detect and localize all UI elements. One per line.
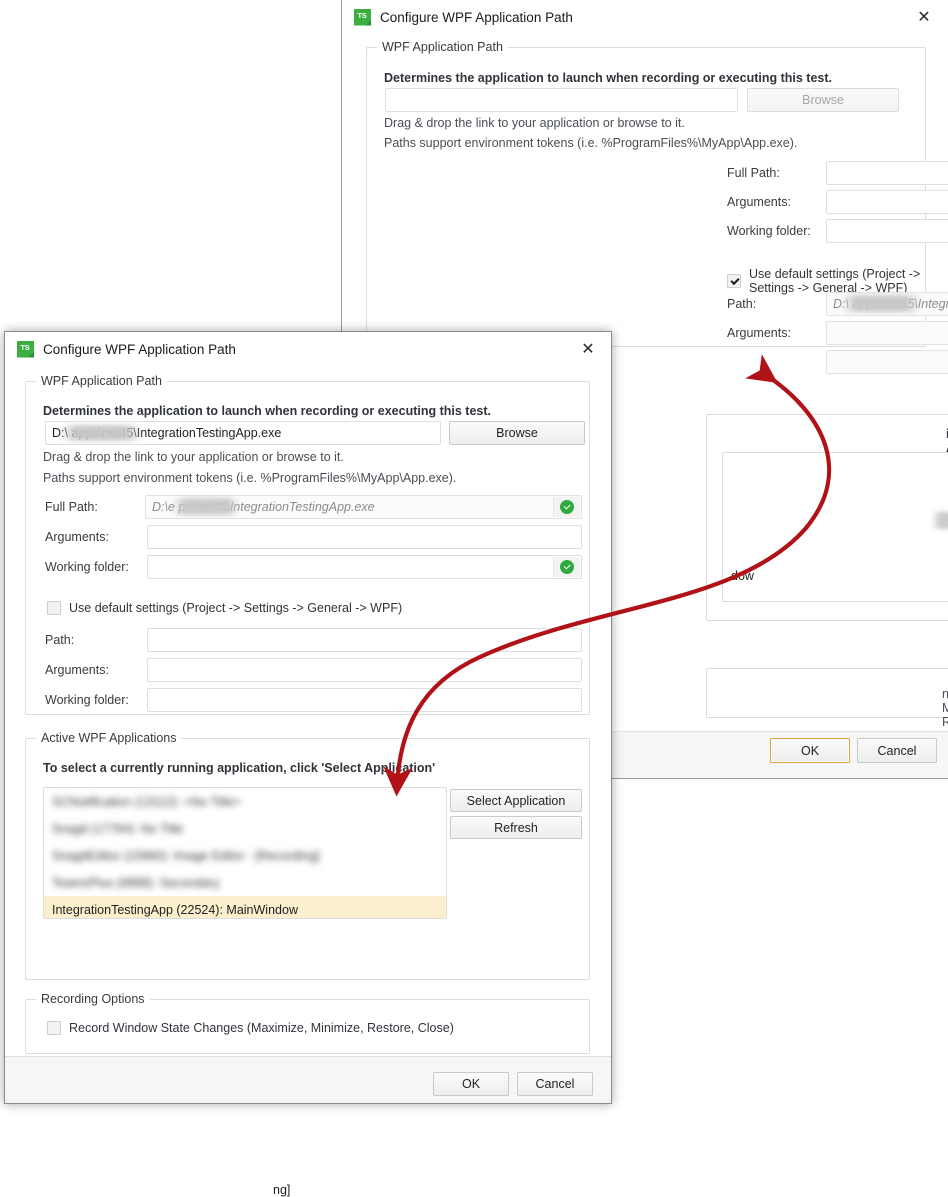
back-group-legend: WPF Application Path	[377, 40, 508, 54]
front-default-working-label: Working folder:	[45, 693, 129, 707]
back-browse-button[interactable]: Browse	[747, 88, 899, 112]
back-recording-options-group	[706, 668, 948, 718]
back-default-path-value: D:\ apps\net45\IntegrationTestingApp.exe	[833, 297, 948, 311]
back-determines-note: Determines the application to launch whe…	[384, 71, 832, 85]
front-working-folder-input[interactable]	[147, 555, 582, 579]
front-tokens-note: Paths support environment tokens (i.e. %…	[43, 471, 457, 485]
back-dialog-title: Configure WPF Application Path	[380, 9, 573, 25]
back-default-working-input	[826, 350, 948, 374]
front-cancel-button[interactable]: Cancel	[517, 1072, 593, 1096]
front-dialog-title: Configure WPF Application Path	[43, 341, 236, 357]
checkbox-icon	[47, 1021, 61, 1035]
back-use-default-settings-label: Use default settings (Project -> Setting…	[749, 267, 921, 295]
back-full-path-input[interactable]	[826, 161, 948, 185]
back-default-arguments-label: Arguments:	[727, 326, 791, 340]
back-arguments-input[interactable]	[826, 190, 948, 214]
close-icon[interactable]: ✕	[900, 1, 948, 34]
valid-check-icon	[553, 497, 580, 517]
front-determines-note: Determines the application to launch whe…	[43, 404, 491, 418]
back-applications-listbox[interactable]: dow	[722, 452, 948, 602]
front-active-hint: To select a currently running applicatio…	[43, 761, 436, 775]
list-item[interactable]: SCNotification (13112): <No Title>	[44, 788, 446, 815]
back-default-arguments-input	[826, 321, 948, 345]
back-cancel-button[interactable]: Cancel	[857, 738, 937, 763]
front-working-folder-label: Working folder:	[45, 560, 129, 574]
front-full-path-value: D:\e ps\net45\IntegrationTestingApp.exe	[152, 500, 375, 514]
front-default-path-label: Path:	[45, 633, 75, 647]
front-dragdrop-note: Drag & drop the link to your application…	[43, 450, 344, 464]
front-recording-legend: Recording Options	[36, 992, 150, 1006]
front-active-legend: Active WPF Applications	[36, 731, 182, 745]
front-dialog: TS Configure WPF Application Path ✕ WPF …	[4, 331, 612, 1197]
front-use-default-settings-label: Use default settings (Project -> Setting…	[69, 601, 403, 615]
ts-app-icon: TS	[17, 340, 34, 358]
checkbox-icon	[727, 274, 741, 288]
list-item[interactable]	[723, 535, 948, 562]
front-default-arguments-input[interactable]	[147, 658, 582, 682]
front-full-path-label: Full Path:	[45, 500, 98, 514]
front-ok-button[interactable]: OK	[433, 1072, 509, 1096]
back-working-folder-input[interactable]	[826, 219, 948, 243]
front-default-working-input[interactable]	[147, 688, 582, 712]
back-default-path-input: D:\ apps\net45\IntegrationTestingApp.exe	[826, 292, 948, 316]
front-path-input[interactable]: D:\ apps\net45\IntegrationTestingApp.exe	[45, 421, 441, 445]
back-dragdrop-note: Drag & drop the link to your application…	[384, 116, 685, 130]
back-working-folder-label: Working folder:	[727, 224, 811, 238]
list-item-tail[interactable]: dow	[723, 562, 948, 589]
list-item-visible-tail: ng]	[273, 1183, 291, 1197]
front-use-default-settings-checkbox[interactable]: Use default settings (Project -> Setting…	[47, 601, 402, 615]
list-item[interactable]: Snagit (17784): No Title	[44, 815, 446, 842]
front-browse-button[interactable]: Browse	[449, 421, 585, 445]
front-default-arguments-label: Arguments:	[45, 663, 109, 677]
back-full-path-label: Full Path:	[727, 166, 780, 180]
back-tokens-note: Paths support environment tokens (i.e. %…	[384, 136, 798, 150]
back-dialog-titlebar: TS Configure WPF Application Path ✕	[342, 0, 948, 34]
checkbox-icon	[47, 601, 61, 615]
front-select-application-button[interactable]: Select Application	[450, 789, 582, 812]
list-item[interactable]: SnagitEditor (15860): Image Editor - [Re…	[44, 842, 446, 869]
close-icon[interactable]: ✕	[565, 333, 611, 366]
front-group-legend: WPF Application Path	[36, 374, 167, 388]
front-dialog-titlebar: TS Configure WPF Application Path ✕	[5, 332, 611, 366]
back-default-path-label: Path:	[727, 297, 757, 311]
back-ok-button[interactable]: OK	[770, 738, 850, 763]
front-refresh-button[interactable]: Refresh	[450, 816, 582, 839]
valid-check-icon	[553, 557, 580, 577]
front-applications-listbox[interactable]: SCNotification (13112): <No Title> Snagi…	[43, 787, 447, 919]
back-use-default-settings-checkbox[interactable]: Use default settings (Project -> Setting…	[727, 267, 948, 295]
front-arguments-input[interactable]	[147, 525, 582, 549]
list-item-selected[interactable]: IntegrationTestingApp (22524): MainWindo…	[44, 896, 446, 918]
front-path-input-value: D:\ apps\net45\IntegrationTestingApp.exe	[52, 426, 282, 440]
front-record-window-state-label: Record Window State Changes (Maximize, M…	[69, 1021, 454, 1035]
back-path-input[interactable]	[385, 88, 738, 112]
front-arguments-label: Arguments:	[45, 530, 109, 544]
ts-app-icon: TS	[354, 8, 371, 26]
front-record-window-state-checkbox[interactable]: Record Window State Changes (Maximize, M…	[47, 1021, 454, 1035]
list-item[interactable]: TeamsPlus (9888): Secondary	[44, 869, 446, 896]
front-default-path-input[interactable]	[147, 628, 582, 652]
back-arguments-label: Arguments:	[727, 195, 791, 209]
front-full-path-input: D:\e ps\net45\IntegrationTestingApp.exe	[145, 495, 582, 519]
